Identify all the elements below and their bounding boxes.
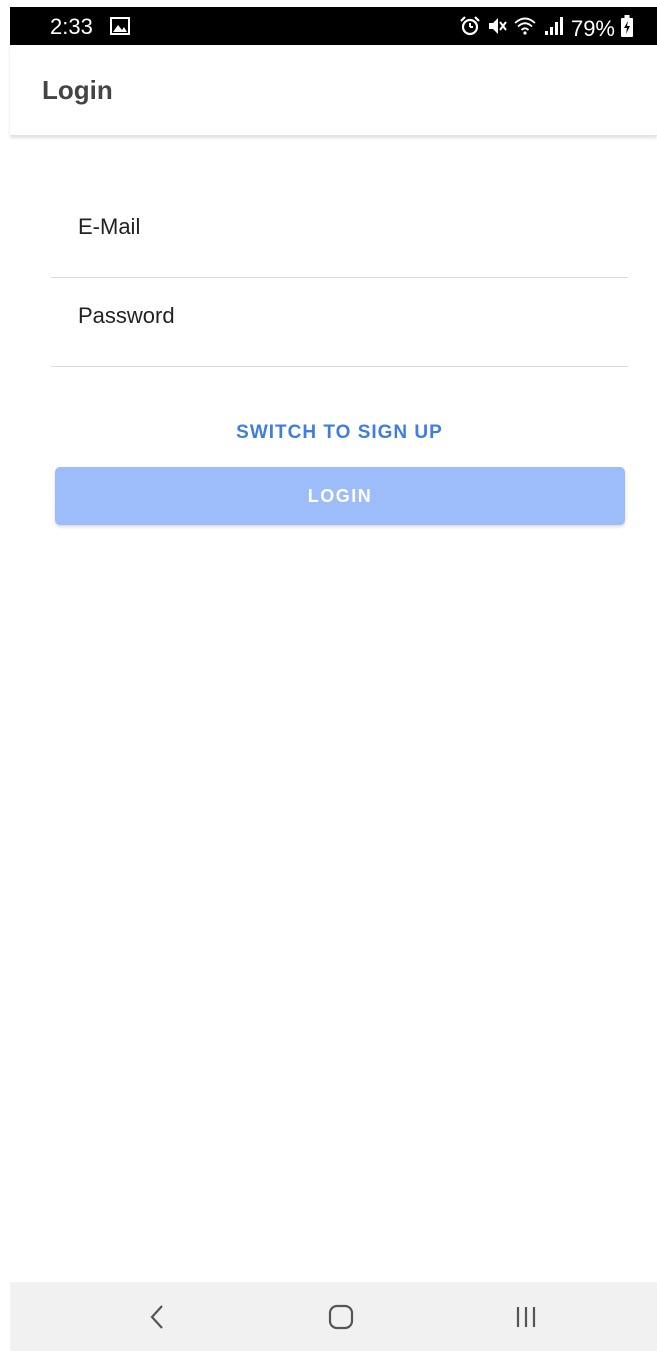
login-screen: 2:33 79% Login E-Mail SWITCH TO SIGN UP …: [0, 0, 657, 1351]
navigation-bar: [10, 1282, 657, 1351]
status-time: 2:33: [50, 14, 93, 39]
email-field[interactable]: [51, 189, 628, 278]
signal-icon: [543, 16, 565, 41]
wifi-icon: [513, 16, 537, 41]
password-field[interactable]: [51, 278, 628, 367]
alarm-icon: [459, 16, 481, 41]
login-button[interactable]: LOGIN: [55, 467, 625, 525]
status-bar: 2:33 79%: [10, 7, 657, 45]
mute-icon: [487, 16, 507, 41]
battery-percentage: 79%: [570, 15, 615, 41]
page-title: Login: [42, 75, 113, 105]
battery-charging-icon: [621, 15, 633, 42]
gallery-icon: [110, 17, 130, 40]
recent-apps-icon[interactable]: [506, 1300, 546, 1334]
password-input[interactable]: [78, 303, 598, 329]
switch-to-sign-up-button[interactable]: SWITCH TO SIGN UP: [51, 413, 628, 453]
email-input[interactable]: [78, 214, 598, 240]
status-icons: 79%: [459, 15, 633, 42]
app-bar: Login: [10, 45, 657, 136]
back-icon[interactable]: [137, 1300, 177, 1334]
home-icon[interactable]: [321, 1300, 361, 1334]
